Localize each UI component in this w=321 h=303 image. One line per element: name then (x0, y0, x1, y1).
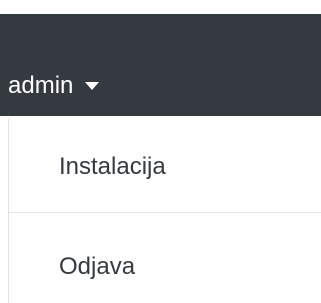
username-label: admin (8, 72, 74, 99)
top-navigation-bar: admin (0, 14, 321, 116)
user-dropdown-menu: Instalacija Odjava (8, 116, 321, 303)
caret-down-icon (85, 82, 100, 90)
user-menu-toggle[interactable]: admin (8, 70, 100, 102)
page-root: admin Instalacija Odjava (0, 0, 321, 303)
menu-divider (9, 212, 321, 213)
menu-item-installation[interactable]: Instalacija (59, 151, 166, 183)
menu-item-logout[interactable]: Odjava (59, 251, 135, 283)
